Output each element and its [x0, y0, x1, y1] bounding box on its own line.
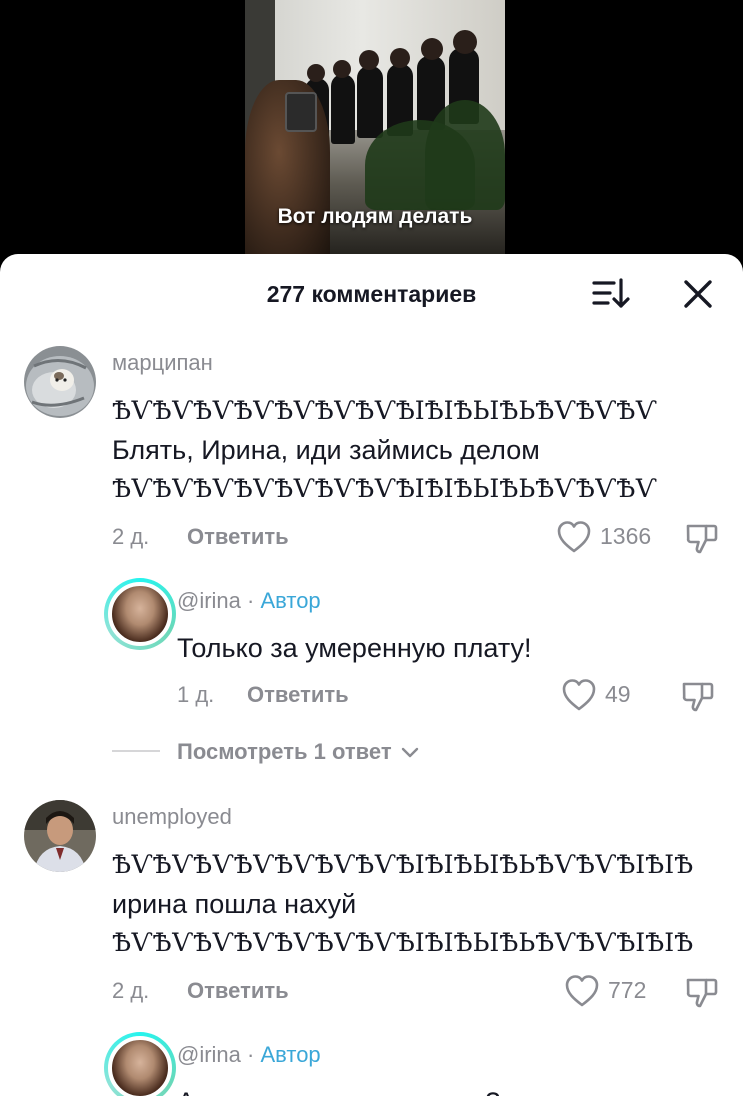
avatar[interactable]: [24, 800, 96, 872]
reply-username-line: @irina · Автор: [177, 588, 321, 614]
reply-button[interactable]: Ответить: [187, 524, 289, 550]
reply-text: Только за умеренную плату!: [177, 633, 532, 663]
comment-text-line: Блять, Ирина, иди займись делом: [112, 435, 540, 465]
view-replies-divider: [112, 750, 160, 752]
separator-dot: ·: [247, 588, 255, 613]
heart-icon: [562, 679, 596, 711]
like-button[interactable]: 1366: [556, 520, 666, 554]
author-avatar-image: [108, 1036, 172, 1096]
avatar-cat-image: [24, 346, 96, 418]
author-badge: Автор: [260, 588, 321, 613]
heart-icon: [557, 521, 591, 553]
video-phone: [285, 92, 317, 132]
sort-icon: [592, 278, 630, 308]
comment-text-line: ѢѴѢѴѢѴѢѴѢѴѢѴѢѴѢІѢІѢЬІѢЬѢѴѢѴѢѴ: [112, 396, 657, 425]
close-icon: [684, 280, 712, 308]
sort-button[interactable]: [590, 276, 634, 312]
like-count: 1366: [600, 523, 652, 549]
comment-username[interactable]: unemployed: [112, 804, 232, 830]
author-avatar-image: [108, 582, 172, 646]
comment-text-line: ирина пошла нахуй: [112, 889, 357, 919]
comment-time: 2 д.: [112, 524, 150, 549]
comment-username[interactable]: марципан: [112, 350, 213, 376]
video-figure-head: [421, 38, 443, 60]
like-button[interactable]: 772: [564, 974, 664, 1008]
chevron-down-icon: [401, 747, 418, 758]
comment-text-line: ѢѴѢѴѢѴѢѴѢѴѢѴѢѴѢІѢІѢЬІѢЬѢѴѢѴѢІѢІѢ: [112, 928, 694, 957]
thumbs-down-icon: [686, 524, 718, 554]
reply-time: 1 д.: [177, 682, 215, 707]
avatar[interactable]: [24, 346, 96, 418]
reply-username[interactable]: @irina: [177, 1042, 241, 1067]
thumbs-down-icon: [682, 682, 714, 712]
comment-text-line: ѢѴѢѴѢѴѢѴѢѴѢѴѢѴѢІѢІѢЬІѢЬѢѴѢѴѢІѢІѢ: [112, 850, 694, 879]
reply-username[interactable]: @irina: [177, 588, 241, 613]
dislike-button[interactable]: [684, 520, 720, 556]
author-badge: Автор: [260, 1042, 321, 1067]
dislike-button[interactable]: [684, 974, 720, 1010]
video-figure-head: [307, 64, 325, 82]
comments-header: 277 комментариев: [0, 254, 743, 334]
reply-text: А вы, наверное, уже там?: [177, 1084, 500, 1096]
comment-text-line: ѢѴѢѴѢѴѢѴѢѴѢѴѢѴѢІѢІѢЬІѢЬѢѴѢѴѢѴ: [112, 474, 657, 503]
separator-dot: ·: [247, 1042, 255, 1067]
video-player[interactable]: Вот людям делать: [245, 0, 505, 262]
video-figure-head: [390, 48, 410, 68]
video-figure-head: [333, 60, 351, 78]
video-figure: [331, 74, 355, 144]
comment-time: 2 д.: [112, 978, 150, 1003]
like-count: 49: [605, 681, 631, 707]
reply-button[interactable]: Ответить: [187, 978, 289, 1004]
dislike-button[interactable]: [680, 678, 716, 714]
author-avatar[interactable]: [104, 1032, 176, 1096]
heart-icon: [565, 975, 599, 1007]
author-avatar[interactable]: [104, 578, 176, 650]
reply-username-line: @irina · Автор: [177, 1042, 321, 1068]
comments-sheet: 277 комментариев марципан ѢѴѢѴѢѴѢѴѢѴѢѴѢѴ…: [0, 254, 743, 1096]
like-count: 772: [608, 977, 647, 1003]
avatar-man-image: [24, 800, 96, 872]
video-figure-head: [359, 50, 379, 70]
video-plant: [425, 100, 505, 210]
video-figure: [357, 66, 383, 138]
video-figure-head: [453, 30, 477, 54]
view-replies-button[interactable]: Посмотреть 1 ответ: [177, 739, 420, 765]
reply-button[interactable]: Ответить: [247, 682, 349, 708]
video-caption: Вот людям делать: [277, 205, 473, 228]
close-button[interactable]: [680, 276, 716, 312]
thumbs-down-icon: [686, 978, 718, 1008]
view-replies-label: Посмотреть 1 ответ: [177, 739, 392, 764]
like-button[interactable]: 49: [561, 678, 651, 712]
